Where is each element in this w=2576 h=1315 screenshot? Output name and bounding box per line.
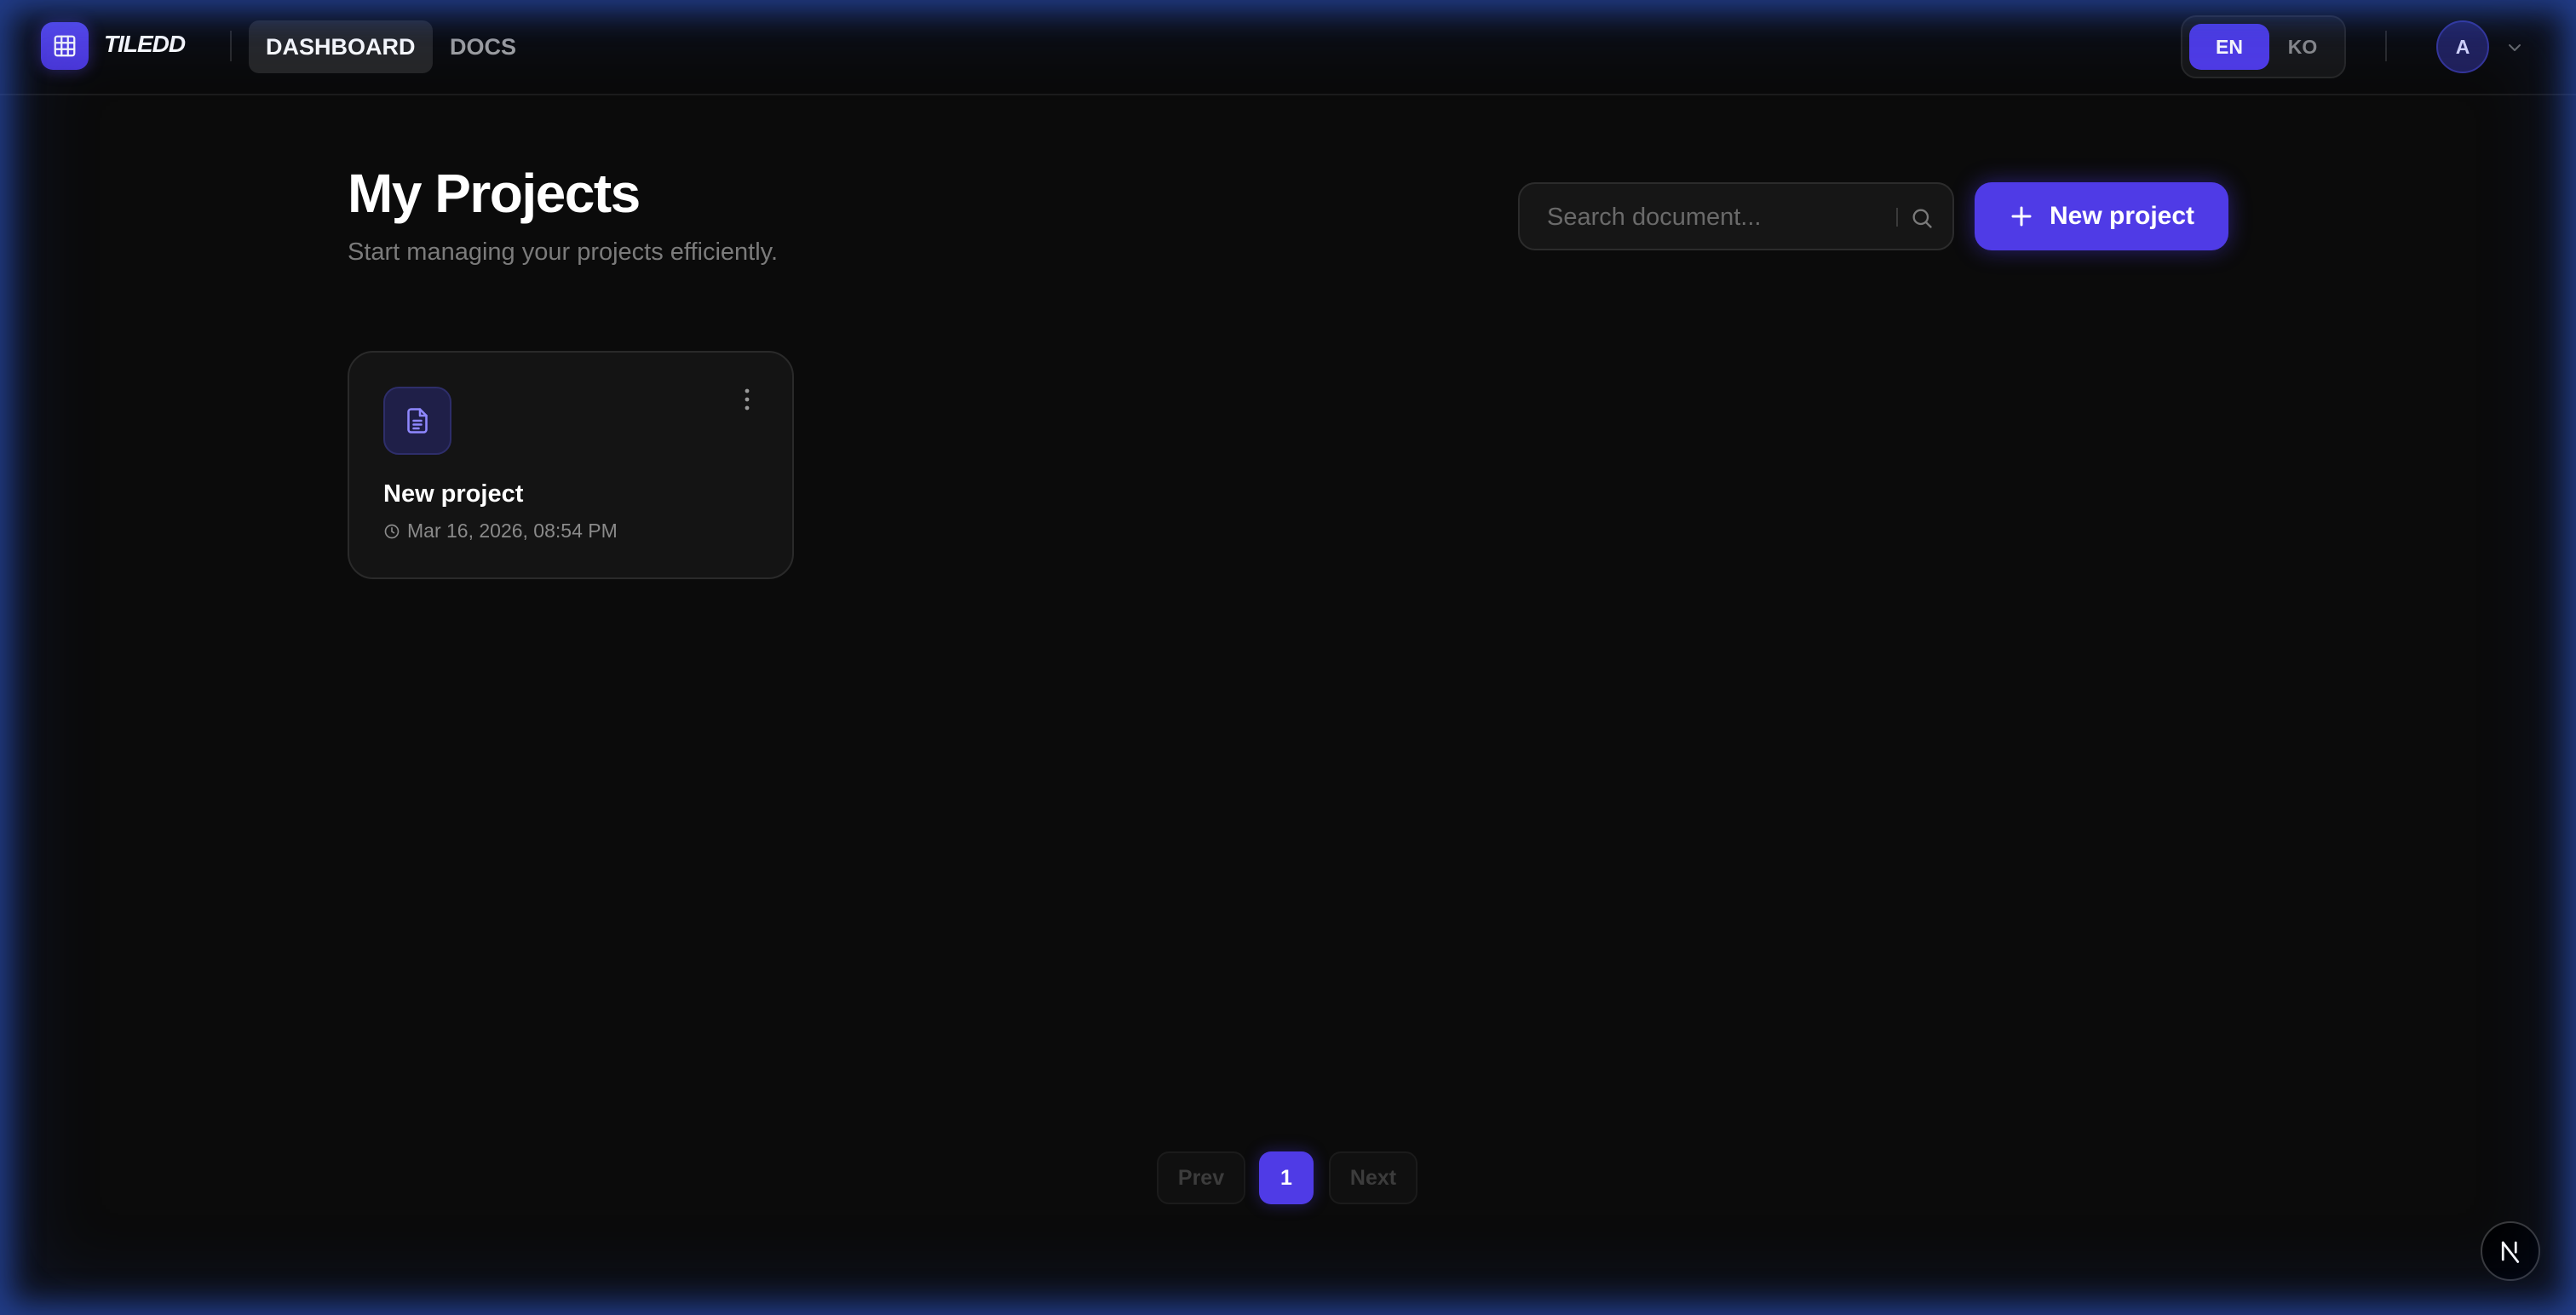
new-project-label: New project [2049,202,2195,230]
grid-icon [54,35,76,57]
nextjs-dev-badge[interactable] [2481,1221,2540,1281]
project-icon-box [383,387,451,455]
language-toggle: EN KO [2181,15,2346,78]
new-project-button[interactable]: New project [1975,182,2228,250]
pagination-page-1[interactable]: 1 [1259,1151,1314,1204]
language-en-button[interactable]: EN [2189,24,2269,70]
user-avatar[interactable]: A [2436,20,2489,73]
project-timestamp-text: Mar 16, 2026, 08:54 PM [407,520,618,542]
pagination-prev-button[interactable]: Prev [1157,1151,1245,1204]
plus-icon [2011,206,2032,227]
clock-icon [384,524,400,538]
nav-divider [230,31,232,61]
nextjs-logo-icon [2501,1241,2520,1263]
page-title: My Projects [348,163,641,224]
document-icon [407,408,428,434]
brand-name[interactable]: TILEDD [104,31,186,58]
search-box [1518,182,1954,250]
project-timestamp: Mar 16, 2026, 08:54 PM [383,520,618,543]
nav-divider-right [2385,31,2387,61]
project-card[interactable]: New project Mar 16, 2026, 08:54 PM [348,351,794,579]
tab-dashboard[interactable]: DASHBOARD [249,20,433,73]
app-logo[interactable] [41,22,89,70]
top-navigation-bar: TILEDD DASHBOARD DOCS EN KO A [0,0,2576,95]
page-subtitle: Start managing your projects efficiently… [348,238,779,266]
search-input[interactable] [1545,184,1889,250]
language-ko-button[interactable]: KO [2263,24,2343,70]
project-title: New project [383,480,524,508]
tab-docs[interactable]: DOCS [433,20,533,73]
chevron-down-icon[interactable] [2504,37,2525,58]
search-separator [1896,208,1898,227]
pagination-next-button[interactable]: Next [1329,1151,1417,1204]
more-vertical-icon[interactable] [741,387,753,412]
search-icon[interactable] [1910,206,1934,230]
app-page: TILEDD DASHBOARD DOCS EN KO A My Project… [0,0,2576,1315]
